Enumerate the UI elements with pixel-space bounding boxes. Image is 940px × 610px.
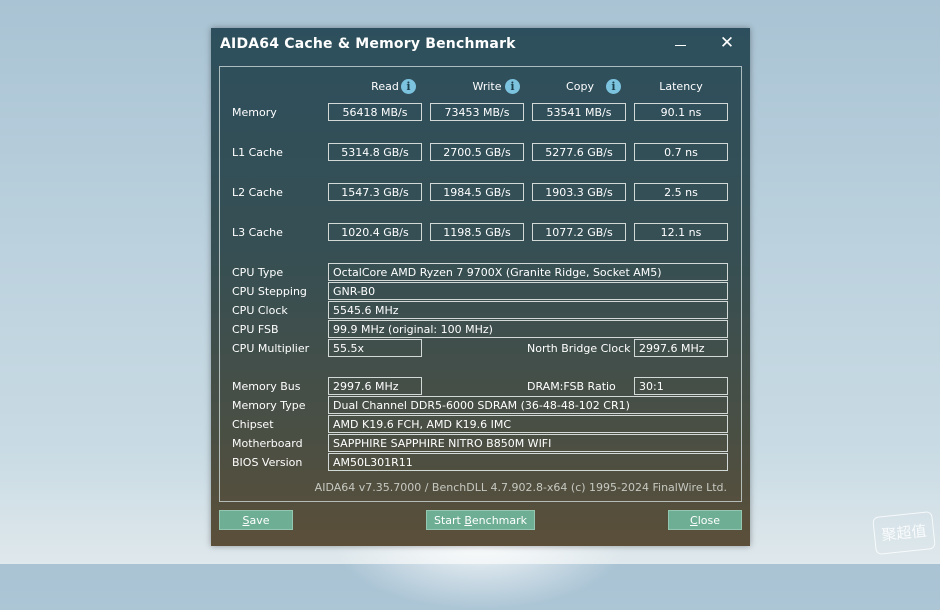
l2-copy-value: 1903.3 GB/s (532, 183, 626, 201)
start-benchmark-button[interactable]: Start Benchmark (426, 510, 535, 530)
info-icon[interactable]: i (401, 79, 416, 94)
info-icon[interactable]: i (606, 79, 621, 94)
close-button-label: lose (697, 514, 720, 527)
memory-type-value: Dual Channel DDR5-6000 SDRAM (36-48-48-1… (328, 396, 728, 414)
row-label-l2-cache: L2 Cache (232, 186, 283, 199)
memory-latency-value: 90.1 ns (634, 103, 728, 121)
chipset-value: AMD K19.6 FCH, AMD K19.6 IMC (328, 415, 728, 433)
close-button-accel: C (690, 514, 698, 527)
column-header-copy: Copy (566, 80, 594, 93)
minimize-icon[interactable] (666, 32, 696, 56)
l3-latency-value: 12.1 ns (634, 223, 728, 241)
cpu-clock-label: CPU Clock (232, 304, 288, 317)
cpu-multiplier-value: 55.5x (328, 339, 422, 357)
l2-read-value: 1547.3 GB/s (328, 183, 422, 201)
window-title: AIDA64 Cache & Memory Benchmark (220, 36, 516, 52)
l1-copy-value: 5277.6 GB/s (532, 143, 626, 161)
l3-read-value: 1020.4 GB/s (328, 223, 422, 241)
save-button-label: ave (249, 514, 270, 527)
motherboard-label: Motherboard (232, 437, 303, 450)
column-header-latency: Latency (659, 80, 703, 93)
save-button[interactable]: Save (219, 510, 293, 530)
row-label-l1-cache: L1 Cache (232, 146, 283, 159)
dram-fsb-ratio-value: 30:1 (634, 377, 728, 395)
benchmark-window: AIDA64 Cache & Memory Benchmark ✕ Read i… (211, 28, 750, 546)
watermark-logo: 聚超值 (872, 510, 936, 556)
l2-latency-value: 2.5 ns (634, 183, 728, 201)
dram-fsb-ratio-label: DRAM:FSB Ratio (527, 380, 616, 393)
chipset-label: Chipset (232, 418, 274, 431)
title-bar[interactable]: AIDA64 Cache & Memory Benchmark ✕ (211, 28, 750, 62)
close-icon[interactable]: ✕ (712, 32, 742, 56)
north-bridge-clock-label: North Bridge Clock (527, 342, 631, 355)
cpu-fsb-value: 99.9 MHz (original: 100 MHz) (328, 320, 728, 338)
results-panel: Read i Write i Copy i Latency Memory 564… (219, 66, 742, 502)
cpu-type-label: CPU Type (232, 266, 284, 279)
l2-write-value: 1984.5 GB/s (430, 183, 524, 201)
cpu-stepping-label: CPU Stepping (232, 285, 307, 298)
memory-type-label: Memory Type (232, 399, 306, 412)
info-icon[interactable]: i (505, 79, 520, 94)
close-button[interactable]: Close (668, 510, 742, 530)
l3-write-value: 1198.5 GB/s (430, 223, 524, 241)
l1-read-value: 5314.8 GB/s (328, 143, 422, 161)
memory-bus-label: Memory Bus (232, 380, 301, 393)
version-copyright: AIDA64 v7.35.7000 / BenchDLL 4.7.902.8-x… (314, 481, 727, 494)
memory-read-value: 56418 MB/s (328, 103, 422, 121)
l1-latency-value: 0.7 ns (634, 143, 728, 161)
l3-copy-value: 1077.2 GB/s (532, 223, 626, 241)
row-label-memory: Memory (232, 106, 277, 119)
bios-version-label: BIOS Version (232, 456, 303, 469)
start-button-label-b: enchmark (471, 514, 528, 527)
cpu-stepping-value: GNR-B0 (328, 282, 728, 300)
memory-copy-value: 53541 MB/s (532, 103, 626, 121)
l1-write-value: 2700.5 GB/s (430, 143, 524, 161)
start-button-accel: B (464, 514, 472, 527)
cpu-fsb-label: CPU FSB (232, 323, 279, 336)
cpu-multiplier-label: CPU Multiplier (232, 342, 310, 355)
north-bridge-clock-value: 2997.6 MHz (634, 339, 728, 357)
start-button-label-a: Start (433, 514, 465, 527)
memory-bus-value: 2997.6 MHz (328, 377, 422, 395)
bios-version-value: AM50L301R11 (328, 453, 728, 471)
row-label-l3-cache: L3 Cache (232, 226, 283, 239)
cpu-clock-value: 5545.6 MHz (328, 301, 728, 319)
cpu-type-value: OctalCore AMD Ryzen 7 9700X (Granite Rid… (328, 263, 728, 281)
memory-write-value: 73453 MB/s (430, 103, 524, 121)
motherboard-value: SAPPHIRE SAPPHIRE NITRO B850M WIFI (328, 434, 728, 452)
